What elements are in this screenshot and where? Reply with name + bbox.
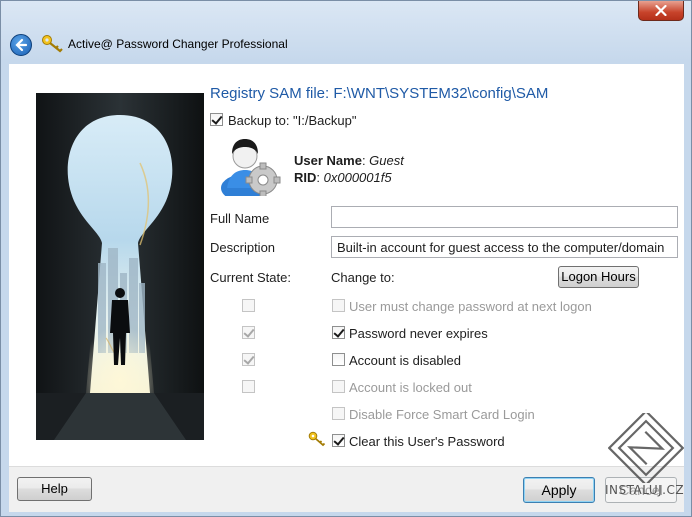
description-input[interactable]: Built-in account for guest access to the… — [331, 236, 678, 258]
keys-small-icon — [308, 431, 326, 447]
current-must-change-checkbox — [242, 299, 255, 312]
password-never-expires-label: Password never expires — [349, 326, 488, 341]
watermark-text: INSTALUJ.CZ — [605, 483, 685, 497]
rid-value: 0x000001f5 — [323, 170, 392, 185]
must-change-password-label: User must change password at next logon — [349, 299, 592, 314]
keys-icon — [42, 35, 63, 53]
account-disabled-checkbox[interactable] — [332, 353, 345, 366]
disable-smart-card-checkbox — [332, 407, 345, 420]
title-bar: Active@ Password Changer Professional — [1, 1, 691, 61]
button-bar: Help Apply Cancel — [9, 466, 684, 512]
user-name-row: User Name: Guest — [294, 153, 404, 168]
watermark-logo-icon — [608, 413, 684, 483]
account-locked-label: Account is locked out — [349, 380, 472, 395]
full-name-input[interactable] — [331, 206, 678, 228]
keyhole-illustration — [36, 93, 204, 440]
account-locked-checkbox — [332, 380, 345, 393]
current-disabled-checkbox — [242, 353, 255, 366]
user-avatar-icon — [221, 139, 281, 196]
current-state-label: Current State: — [210, 270, 291, 285]
password-never-expires-checkbox[interactable] — [332, 326, 345, 339]
disable-smart-card-label: Disable Force Smart Card Login — [349, 407, 535, 422]
current-never-expires-checkbox — [242, 326, 255, 339]
must-change-password-checkbox — [332, 299, 345, 312]
back-arrow-icon — [15, 38, 28, 52]
app-window: Active@ Password Changer Professional Re… — [0, 0, 692, 517]
close-button[interactable] — [638, 1, 684, 21]
change-to-label: Change to: — [331, 270, 395, 285]
clear-password-checkbox[interactable] — [332, 434, 345, 447]
description-label: Description — [210, 240, 276, 255]
account-disabled-label: Account is disabled — [349, 353, 462, 368]
backup-checkbox[interactable] — [210, 113, 223, 126]
close-icon — [655, 5, 667, 16]
current-locked-checkbox — [242, 380, 255, 393]
window-title: Active@ Password Changer Professional — [68, 37, 288, 51]
rid-row: RID: 0x000001f5 — [294, 170, 392, 185]
apply-button[interactable]: Apply — [523, 477, 595, 503]
clear-password-label: Clear this User's Password — [349, 434, 505, 449]
logon-hours-button[interactable]: Logon Hours — [558, 266, 639, 288]
sam-file-label: Registry SAM file: F:\WNT\SYSTEM32\confi… — [210, 85, 549, 102]
rid-label: RID — [294, 170, 317, 185]
user-name-value: Guest — [369, 153, 404, 168]
full-name-label: Full Name — [210, 211, 270, 226]
back-button[interactable] — [10, 34, 32, 56]
backup-label: Backup to: "I:/Backup" — [228, 113, 357, 128]
main-panel: Registry SAM file: F:\WNT\SYSTEM32\confi… — [9, 64, 684, 466]
user-name-label: User Name — [294, 153, 362, 168]
help-button[interactable]: Help — [17, 477, 92, 501]
